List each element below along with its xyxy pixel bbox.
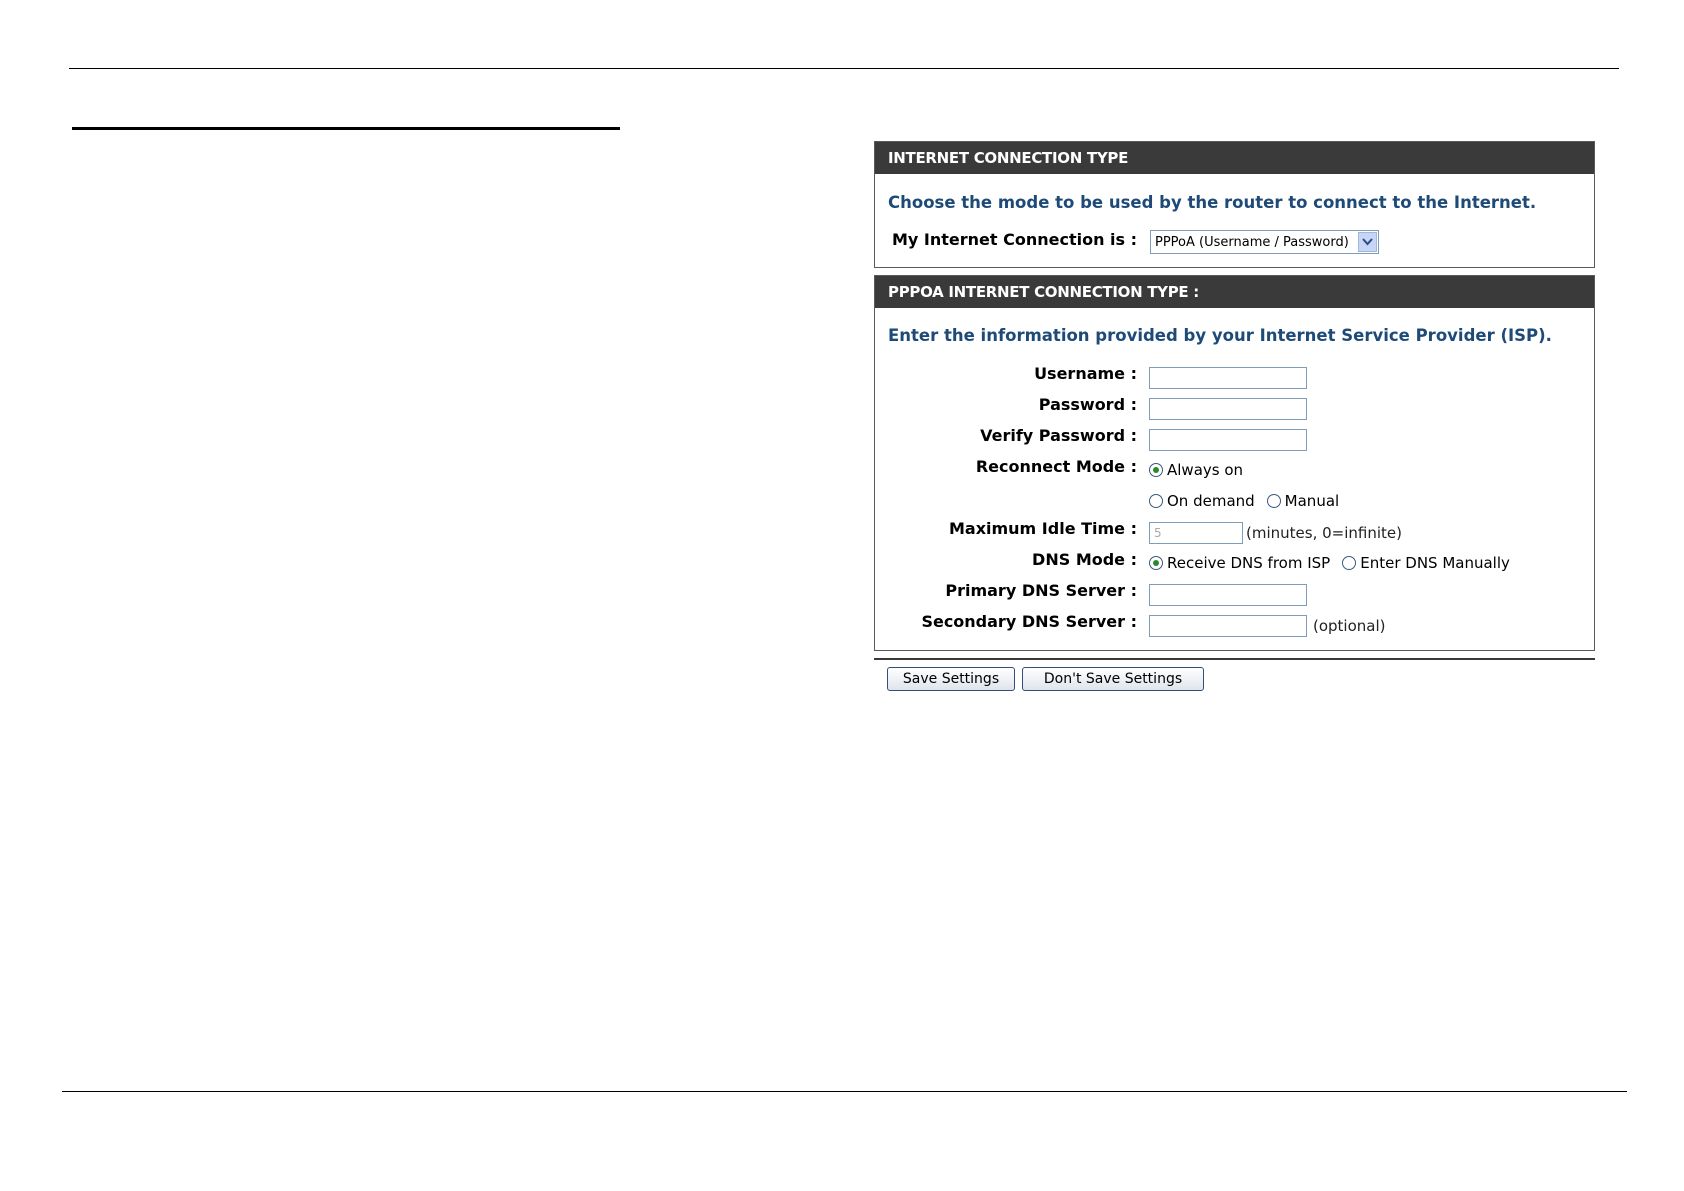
username-label: Username :: [1034, 364, 1137, 383]
internet-connection-type-panel: INTERNET CONNECTION TYPE Choose the mode…: [874, 141, 1595, 268]
reconnect-mode-row-2: On demand Manual: [875, 488, 1594, 516]
primary-dns-row: Primary DNS Server :: [875, 581, 1594, 609]
page-bottom-rule: [62, 1091, 1627, 1092]
verify-password-row: Verify Password :: [875, 426, 1594, 454]
max-idle-time-hint: (minutes, 0=infinite): [1246, 524, 1402, 542]
dns-receive-option[interactable]: Receive DNS from ISP: [1149, 554, 1330, 572]
pppoa-connection-panel: PPPOA INTERNET CONNECTION TYPE : Enter t…: [874, 275, 1595, 651]
page-top-rule: [69, 68, 1619, 69]
reconnect-mode-row: Reconnect Mode : Always on: [875, 457, 1594, 485]
connection-type-select[interactable]: PPPoA (Username / Password): [1150, 230, 1379, 254]
dns-receive-label: Receive DNS from ISP: [1167, 554, 1331, 572]
reconnect-always-on-option[interactable]: Always on: [1149, 461, 1243, 479]
reconnect-on-demand-label: On demand: [1167, 492, 1255, 510]
connection-type-selected-value: PPPoA (Username / Password): [1155, 234, 1349, 250]
max-idle-time-input[interactable]: [1149, 522, 1243, 544]
reconnect-always-on-label: Always on: [1167, 461, 1244, 479]
max-idle-time-row: Maximum Idle Time : (minutes, 0=infinite…: [875, 519, 1594, 547]
panel-intro-text: Enter the information provided by your I…: [888, 326, 1552, 345]
chevron-down-icon[interactable]: [1358, 232, 1377, 252]
dns-manual-label: Enter DNS Manually: [1360, 554, 1510, 572]
password-label: Password :: [1038, 395, 1137, 414]
username-row: Username :: [875, 364, 1594, 392]
reconnect-mode-label: Reconnect Mode :: [975, 457, 1137, 476]
dns-mode-label: DNS Mode :: [1032, 550, 1137, 569]
max-idle-time-label: Maximum Idle Time :: [948, 519, 1137, 538]
radio-checked-icon[interactable]: [1149, 556, 1163, 570]
radio-unchecked-icon[interactable]: [1266, 494, 1281, 508]
secondary-dns-hint: (optional): [1313, 617, 1386, 635]
primary-dns-input[interactable]: [1149, 584, 1307, 606]
primary-dns-label: Primary DNS Server :: [945, 581, 1137, 600]
section-heading-rule: [72, 127, 620, 130]
save-settings-button[interactable]: Save Settings: [887, 667, 1015, 691]
panel-intro-text: Choose the mode to be used by the router…: [888, 193, 1537, 212]
reconnect-on-demand-option[interactable]: On demand: [1149, 492, 1255, 510]
radio-unchecked-icon[interactable]: [1342, 556, 1357, 570]
reconnect-manual-option[interactable]: Manual: [1266, 492, 1340, 510]
secondary-dns-label: Secondary DNS Server :: [921, 612, 1137, 631]
verify-password-input[interactable]: [1149, 429, 1307, 451]
connection-type-label: My Internet Connection is :: [891, 230, 1137, 249]
dns-mode-row: DNS Mode : Receive DNS from ISP Enter DN…: [875, 550, 1594, 578]
password-row: Password :: [875, 395, 1594, 423]
panel-header: PPPOA INTERNET CONNECTION TYPE :: [875, 276, 1594, 308]
radio-checked-icon[interactable]: [1149, 463, 1163, 477]
secondary-dns-input[interactable]: [1149, 615, 1307, 637]
verify-password-label: Verify Password :: [980, 426, 1137, 445]
dns-manual-option[interactable]: Enter DNS Manually: [1342, 554, 1510, 572]
reconnect-manual-label: Manual: [1284, 492, 1340, 510]
button-bar-rule: [874, 658, 1595, 660]
dont-save-settings-button[interactable]: Don't Save Settings: [1022, 667, 1204, 691]
username-input[interactable]: [1149, 367, 1307, 389]
panel-header: INTERNET CONNECTION TYPE: [875, 142, 1594, 174]
secondary-dns-row: Secondary DNS Server : (optional): [875, 612, 1594, 640]
radio-unchecked-icon[interactable]: [1149, 494, 1163, 508]
password-input[interactable]: [1149, 398, 1307, 420]
